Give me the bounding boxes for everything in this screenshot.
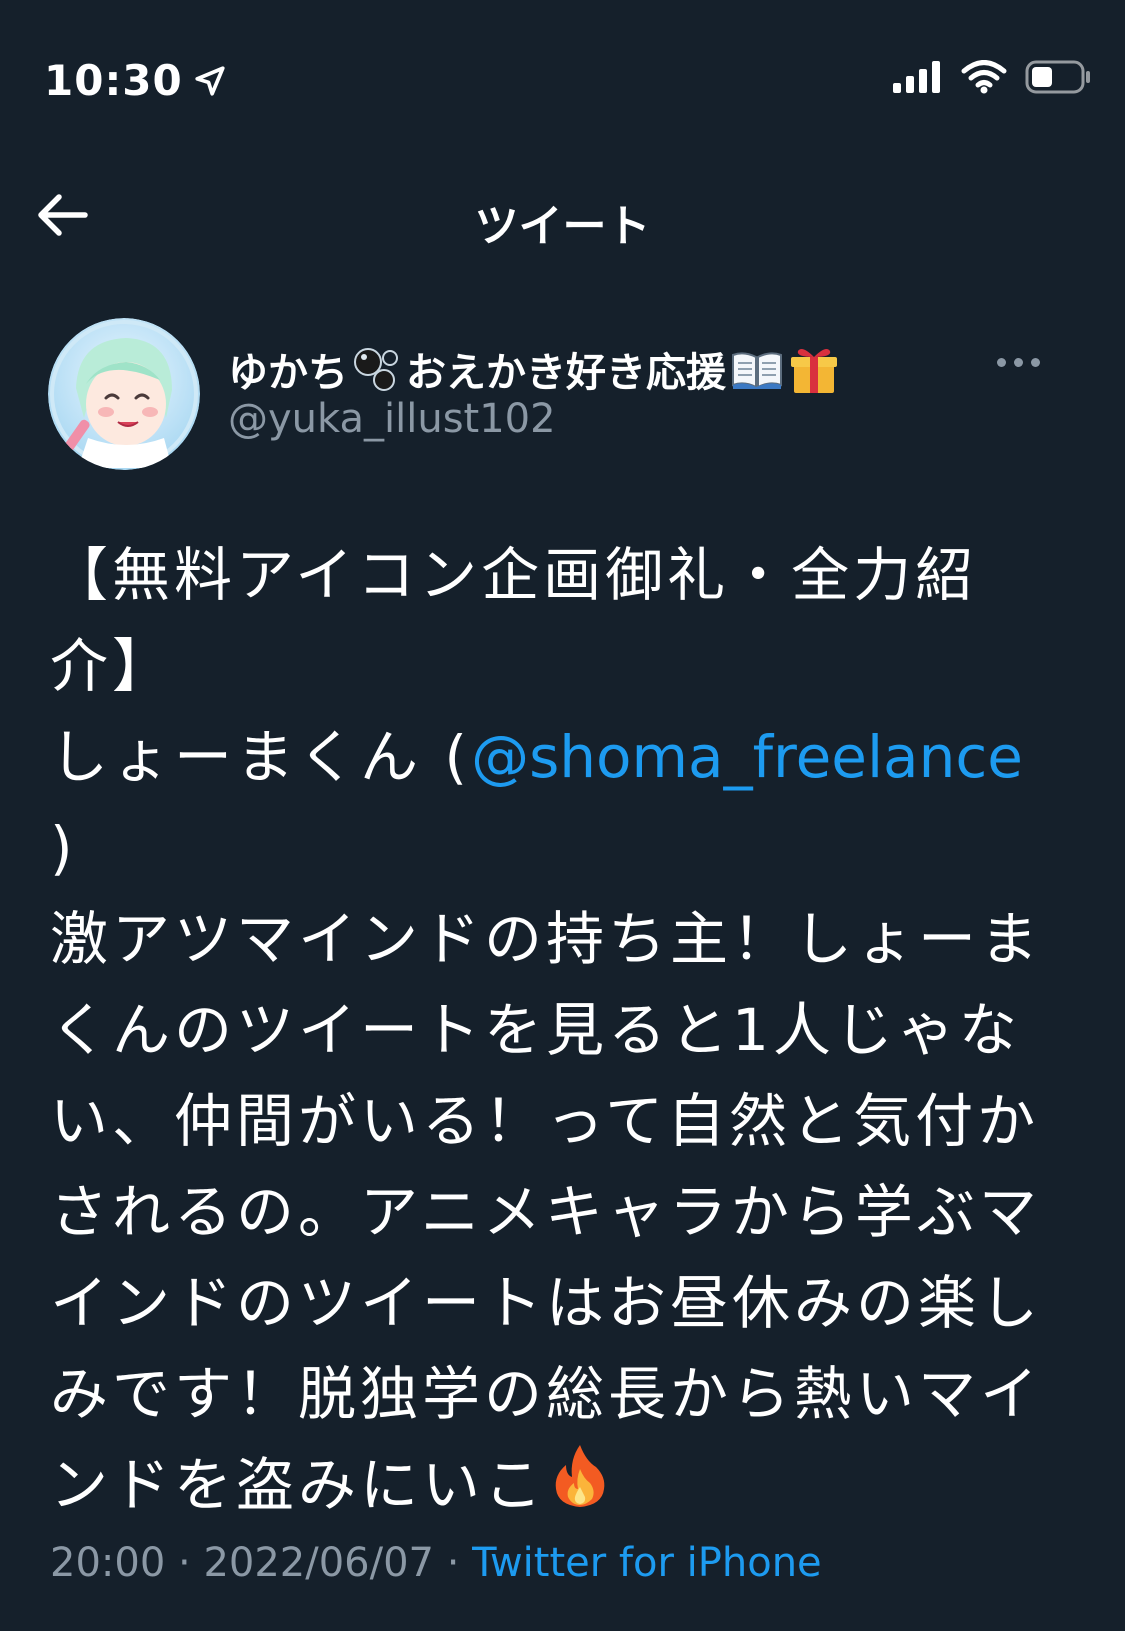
avatar[interactable]	[48, 318, 200, 470]
meta-separator: ·	[433, 1540, 473, 1586]
status-icons	[893, 60, 1091, 94]
tweet-time: 20:00	[50, 1540, 166, 1586]
wifi-icon	[961, 60, 1007, 94]
gift-icon	[788, 343, 840, 395]
tweet-source-link[interactable]: Twitter for iPhone	[472, 1540, 822, 1586]
more-options-button[interactable]	[988, 342, 1048, 382]
avatar-illustration	[48, 318, 200, 470]
status-bar: 10:30	[0, 0, 1125, 160]
mention-link[interactable]: @shoma_freelance	[471, 723, 1023, 791]
more-horizontal-icon-dot	[996, 357, 1006, 367]
tweet-author: ゆかち おえかき好き応援 @yuka_illust102	[48, 318, 1088, 478]
tweet-text-rest: ) 激アツマインドの持ち主！しょーまくんのツイートを見ると1人じゃない、仲間がい…	[50, 814, 1043, 1519]
tweet-meta: 20:00 · 2022/06/07 · Twitter for iPhone	[50, 1540, 822, 1586]
more-horizontal-icon-dot	[1013, 357, 1023, 367]
status-time-group: 10:30	[44, 56, 227, 105]
fire-icon	[552, 1443, 608, 1535]
status-time: 10:30	[44, 56, 183, 105]
cellular-signal-icon	[893, 61, 940, 93]
battery-icon	[1025, 60, 1090, 94]
author-name-suffix: おえかき好き応援	[406, 350, 726, 396]
author-name[interactable]: ゆかち おえかき好き応援	[228, 340, 840, 398]
meta-separator: ·	[165, 1540, 204, 1586]
author-handle[interactable]: @yuka_illust102	[228, 396, 556, 442]
tweet-text: 【無料アイコン企画御礼・全力紹介】 しょーまくん (@shoma_freelan…	[50, 530, 1050, 1535]
open-book-icon	[730, 347, 784, 391]
bubbles-icon	[352, 346, 400, 392]
tweet-date: 2022/06/07	[203, 1540, 434, 1586]
more-horizontal-icon-dot	[1030, 357, 1040, 367]
location-arrow-icon	[195, 65, 225, 96]
author-name-text: ゆかち	[228, 350, 348, 396]
navigation-bar: ツイート	[0, 160, 1125, 270]
page-title: ツイート	[474, 201, 651, 252]
